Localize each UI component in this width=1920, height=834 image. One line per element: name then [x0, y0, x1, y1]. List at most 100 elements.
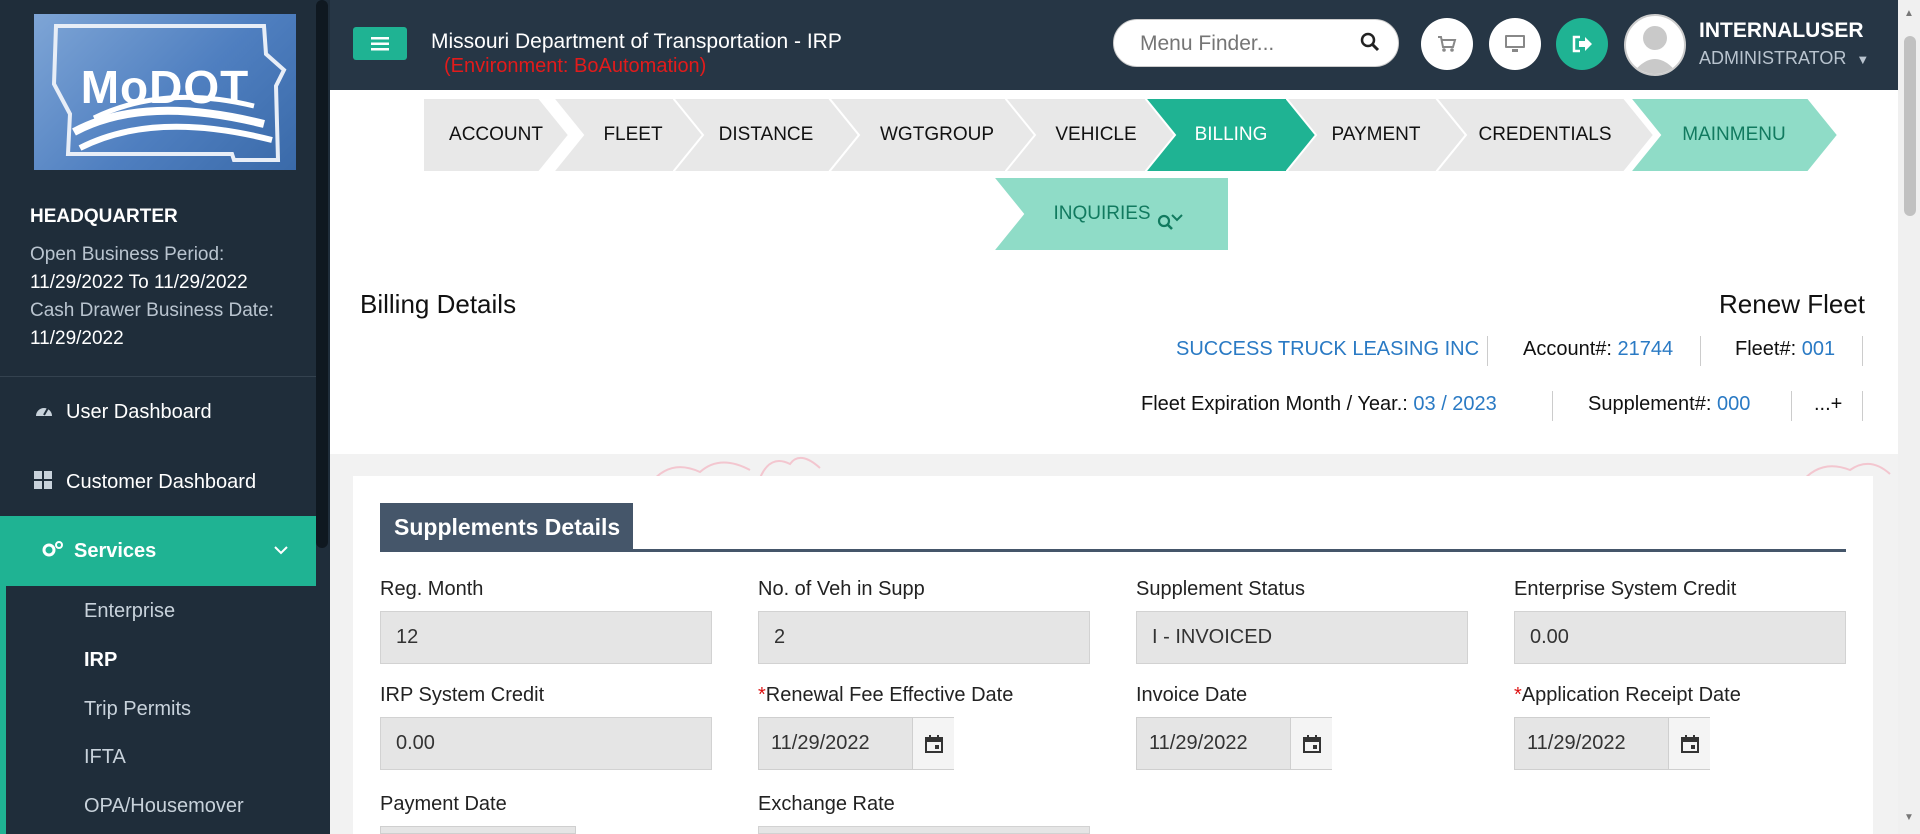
cart-icon — [1438, 36, 1457, 52]
user-name: INTERNALUSER — [1699, 19, 1864, 42]
app-receipt-date-field[interactable]: 11/29/2022 — [1514, 717, 1710, 770]
hamburger-icon — [371, 36, 389, 50]
irp-credit-label: IRP System Credit — [380, 684, 545, 706]
inquiries-label: INQUIRIES — [1053, 203, 1151, 224]
nav-customer-dashboard[interactable]: Customer Dashboard — [0, 454, 316, 510]
account-value: 21744 — [1617, 338, 1674, 360]
supplement-info: Supplement#: 000 — [1588, 393, 1750, 416]
more-info-link[interactable]: ...+ — [1814, 393, 1842, 416]
user-role: ADMINISTRATOR — [1699, 48, 1847, 68]
submenu-item-ifta[interactable]: IFTA — [84, 746, 126, 769]
desktop-icon — [1505, 35, 1525, 52]
hamburger-menu-button[interactable] — [353, 27, 407, 60]
invoice-date-field[interactable]: 11/29/2022 — [1136, 717, 1332, 770]
expiration-label: Fleet Expiration Month / Year.: — [1141, 393, 1408, 415]
scrollbar-thumb[interactable] — [1904, 36, 1916, 216]
calendar-icon[interactable] — [1668, 718, 1710, 769]
info-divider — [1791, 391, 1792, 421]
submenu-item-opa-housemover[interactable]: OPA/Housemover — [84, 795, 244, 818]
menu-finder — [1113, 19, 1399, 67]
fleet-label: Fleet#: — [1735, 338, 1797, 360]
cash-drawer-label: Cash Drawer Business Date: — [30, 300, 274, 321]
cart-button[interactable] — [1421, 18, 1473, 70]
chevron-down-icon — [274, 542, 288, 560]
scroll-down-icon[interactable]: ▼ — [1904, 812, 1914, 823]
environment-label: (Environment: BoAutomation) — [444, 55, 707, 77]
open-business-period-label: Open Business Period: — [30, 244, 225, 265]
renewal-fee-date-field[interactable]: 11/29/2022 — [758, 717, 954, 770]
gears-icon — [42, 540, 64, 563]
app-receipt-date-value: 11/29/2022 — [1527, 732, 1626, 754]
desktop-button[interactable] — [1489, 18, 1541, 70]
section-title: Supplements Details — [380, 503, 633, 551]
step-wgtgroup-label: WGTGROUP — [880, 124, 994, 145]
calendar-icon[interactable] — [912, 718, 954, 769]
page-title: Billing Details — [360, 289, 517, 319]
renewal-fee-date-label-text: Renewal Fee Effective Date — [765, 684, 1014, 706]
fleet-value: 001 — [1801, 338, 1836, 360]
nav-customer-dashboard-label: Customer Dashboard — [66, 470, 257, 493]
expiration-info: Fleet Expiration Month / Year.: 03 / 202… — [1141, 393, 1497, 416]
reg-month-field: 12 — [380, 611, 712, 664]
renewal-fee-date-label: *Renewal Fee Effective Date — [758, 684, 1013, 707]
supplement-label: Supplement#: — [1588, 393, 1712, 415]
info-divider — [1862, 336, 1863, 366]
nav-user-dashboard[interactable]: User Dashboard — [0, 384, 316, 440]
nav-user-dashboard-label: User Dashboard — [66, 400, 212, 423]
open-business-period-value: 11/29/2022 To 11/29/2022 — [30, 272, 248, 293]
location-name: HEADQUARTER — [30, 206, 178, 227]
sidebar-divider — [0, 376, 316, 377]
modot-logo: MoDOT — [34, 14, 296, 170]
supplement-status-field: I - INVOICED — [1136, 611, 1468, 664]
step-account[interactable]: ACCOUNT — [423, 98, 569, 172]
step-credentials-label: CREDENTIALS — [1478, 124, 1612, 145]
step-mainmenu[interactable]: MAINMENU — [1630, 98, 1838, 172]
enterprise-credit-label: Enterprise System Credit — [1514, 578, 1737, 600]
app-receipt-date-label-text: Application Receipt Date — [1521, 684, 1741, 706]
account-label: Account#: — [1523, 338, 1612, 360]
info-divider — [1487, 336, 1488, 366]
menu-finder-input[interactable] — [1140, 30, 1350, 58]
transaction-title: Renew Fleet — [1719, 289, 1865, 319]
scroll-up-icon[interactable]: ▲ — [1904, 8, 1914, 19]
payment-date-label: Payment Date — [380, 793, 507, 815]
sidebar-scrollbar[interactable] — [316, 0, 328, 548]
fleet-info: Fleet#: 001 — [1735, 338, 1835, 361]
nav-services[interactable]: Services — [0, 516, 316, 586]
company-name[interactable]: SUCCESS TRUCK LEASING INC — [1176, 338, 1479, 361]
info-divider — [1700, 336, 1701, 366]
user-role-dropdown[interactable]: ADMINISTRATOR ▼ — [1699, 48, 1869, 69]
step-fleet-label: FLEET — [603, 124, 663, 145]
user-avatar-icon — [1632, 26, 1678, 74]
calendar-icon[interactable] — [1290, 718, 1332, 769]
step-payment-label: PAYMENT — [1331, 124, 1421, 145]
enterprise-credit-field: 0.00 — [1514, 611, 1846, 664]
submenu-item-enterprise[interactable]: Enterprise — [84, 600, 175, 623]
veh-in-supp-field: 2 — [758, 611, 1090, 664]
app-receipt-date-label: *Application Receipt Date — [1514, 684, 1741, 707]
company-name-value: SUCCESS TRUCK LEASING INC — [1176, 338, 1480, 360]
section-underline — [380, 549, 1846, 552]
nav-services-label: Services — [74, 539, 157, 562]
required-marker: * — [1514, 684, 1522, 706]
avatar[interactable] — [1624, 14, 1686, 76]
page-scrollbar[interactable]: ▲ ▼ — [1898, 0, 1920, 834]
payment-date-field[interactable] — [380, 826, 576, 834]
submenu-item-trip-permits[interactable]: Trip Permits — [84, 698, 191, 721]
logout-button[interactable] — [1556, 18, 1608, 70]
search-icon[interactable] — [1360, 32, 1380, 57]
submenu-item-irp[interactable]: IRP — [84, 649, 117, 672]
grid-icon — [34, 470, 56, 494]
invoice-date-value: 11/29/2022 — [1149, 732, 1248, 754]
invoice-date-label: Invoice Date — [1136, 684, 1248, 706]
step-account-label: ACCOUNT — [449, 124, 543, 145]
veh-in-supp-label: No. of Veh in Supp — [758, 578, 925, 600]
reg-month-label: Reg. Month — [380, 578, 484, 600]
step-credentials[interactable]: CREDENTIALS — [1436, 98, 1654, 172]
step-billing-label: BILLING — [1194, 124, 1268, 145]
services-submenu: Enterprise IRP Trip Permits IFTA OPA/Hou… — [0, 586, 316, 834]
account-info: Account#: 21744 — [1523, 338, 1673, 361]
supplement-status-label: Supplement Status — [1136, 578, 1305, 600]
cash-drawer-value: 11/29/2022 — [30, 328, 124, 349]
inquiries-dropdown[interactable]: INQUIRIES — [993, 177, 1231, 251]
